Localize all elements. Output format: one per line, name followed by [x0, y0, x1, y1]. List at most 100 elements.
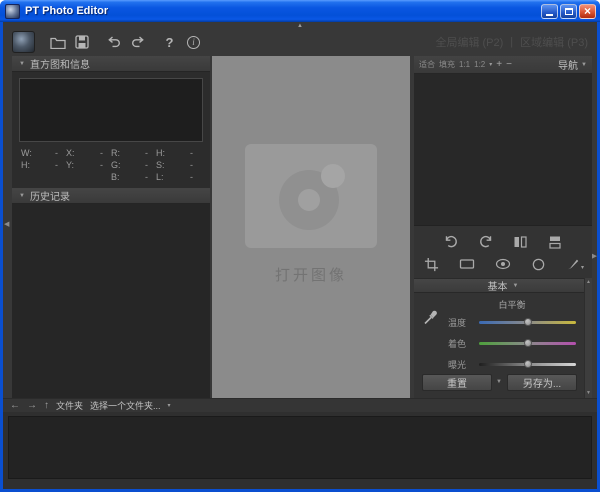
- zoom-dropdown-icon[interactable]: ▾: [489, 62, 492, 68]
- open-image-placeholder[interactable]: [245, 144, 377, 248]
- info-value: -: [171, 160, 201, 170]
- rotate-right-button[interactable]: [477, 233, 495, 251]
- rotate-right-icon: [478, 234, 494, 250]
- tint-slider: 着色: [448, 337, 576, 350]
- folder-dropdown-icon[interactable]: ▾: [168, 403, 171, 409]
- info-value: -: [81, 160, 111, 170]
- exposure-knob[interactable]: [524, 360, 532, 368]
- folder-bar: ← → ↑ 文件夹 选择一个文件夹... ▾: [3, 398, 597, 412]
- navigator-preview[interactable]: [414, 74, 592, 226]
- undo-button[interactable]: [103, 32, 124, 53]
- info-label: [66, 172, 81, 182]
- image-info-grid: W:- X:- R:- H:- H:- Y:- G:- S:- B:- L:-: [12, 146, 210, 188]
- zoom-fill-button[interactable]: 填充: [439, 59, 455, 70]
- right-panel: 适合 填充 1:1 1:2 ▾ + − 导航 ▼: [414, 56, 592, 398]
- info-label: Y:: [66, 160, 81, 170]
- straighten-icon: [459, 257, 475, 271]
- rotate-left-button[interactable]: [442, 233, 460, 251]
- split-horizontal-view-button[interactable]: [546, 233, 564, 251]
- temperature-label: 温度: [448, 316, 472, 329]
- undo-icon: [106, 36, 122, 49]
- right-panel-collapse-icon[interactable]: ▶: [592, 252, 597, 260]
- histogram-section-header[interactable]: ▼ 直方图和信息: [12, 56, 210, 72]
- temperature-slider: 温度: [448, 316, 576, 329]
- circle-icon: [531, 257, 546, 272]
- tool-palette: ▾: [414, 228, 592, 276]
- about-button[interactable]: i: [183, 32, 204, 53]
- info-value: -: [36, 148, 66, 158]
- help-button[interactable]: ?: [159, 32, 180, 53]
- info-label: G:: [111, 160, 126, 170]
- split-vertical-view-button[interactable]: [511, 233, 529, 251]
- info-value: -: [126, 172, 156, 182]
- brush-dropdown-icon: ▾: [581, 265, 584, 271]
- scroll-down-icon[interactable]: ▼: [586, 391, 591, 396]
- left-panel-collapse-icon[interactable]: ◀: [4, 220, 9, 228]
- chevron-down-icon: ▼: [19, 193, 25, 199]
- zoom-1-2-button[interactable]: 1:2: [474, 60, 485, 69]
- redo-button[interactable]: [127, 32, 148, 53]
- white-balance-eyedropper[interactable]: [422, 298, 448, 379]
- zoom-in-button[interactable]: +: [496, 59, 502, 70]
- save-button[interactable]: [71, 32, 92, 53]
- temperature-knob[interactable]: [524, 318, 532, 326]
- save-as-button[interactable]: 另存为...: [507, 374, 577, 391]
- chevron-down-icon: ▼: [19, 61, 25, 67]
- titlebar[interactable]: PT Photo Editor ×: [0, 0, 600, 22]
- tint-knob[interactable]: [524, 339, 532, 347]
- red-eye-tool-button[interactable]: [494, 255, 512, 273]
- info-value: -: [171, 172, 201, 182]
- info-label: X:: [66, 148, 81, 158]
- tint-track[interactable]: [479, 342, 576, 345]
- app-icon: [5, 4, 20, 19]
- navigator-header: 适合 填充 1:1 1:2 ▾ + − 导航 ▼: [414, 56, 592, 74]
- maximize-button[interactable]: [560, 4, 577, 19]
- info-label: R:: [111, 148, 126, 158]
- reset-button[interactable]: 重置: [422, 374, 492, 391]
- info-value: -: [126, 160, 156, 170]
- client-area: ▲: [3, 22, 597, 489]
- redo-icon: [130, 36, 146, 49]
- info-value: -: [81, 148, 111, 158]
- forward-arrow-icon[interactable]: →: [27, 401, 37, 411]
- maximize-icon: [565, 8, 573, 15]
- action-buttons: 重置 另存为...: [422, 374, 577, 391]
- info-value: [36, 172, 66, 182]
- info-label: B:: [111, 172, 126, 182]
- tab-local-edit[interactable]: 区域编辑 (P3): [520, 34, 588, 50]
- history-section-header[interactable]: ▼ 历史记录: [12, 188, 210, 204]
- zoom-fit-button[interactable]: 适合: [419, 59, 435, 70]
- close-button[interactable]: ×: [579, 4, 596, 19]
- open-image-label[interactable]: 打开图像: [275, 264, 347, 285]
- back-arrow-icon[interactable]: ←: [10, 401, 20, 411]
- zoom-1-1-button[interactable]: 1:1: [459, 60, 470, 69]
- tab-global-edit[interactable]: 全局编辑 (P2): [435, 34, 503, 50]
- exposure-track[interactable]: [479, 363, 576, 366]
- folder-label: 文件夹: [56, 399, 83, 412]
- zoom-out-button[interactable]: −: [506, 59, 512, 70]
- open-folder-button[interactable]: [47, 32, 68, 53]
- choose-folder-button[interactable]: 选择一个文件夹...: [90, 399, 161, 412]
- history-list: [12, 204, 210, 398]
- crop-tool-button[interactable]: [422, 255, 440, 273]
- right-panel-scrollbar[interactable]: ▲ ▼: [584, 278, 592, 398]
- temperature-track[interactable]: [479, 321, 576, 324]
- adjustment-brush-button[interactable]: ▾: [566, 257, 584, 271]
- up-arrow-icon[interactable]: ↑: [44, 401, 49, 411]
- minimize-icon: [546, 14, 553, 16]
- info-value: [81, 172, 111, 182]
- toolbar: ? i 全局编辑 (P2) | 区域编辑 (P3): [3, 28, 597, 56]
- main-area: ◀ ▶ ▼ 直方图和信息 W:- X:- R:- H:- H:- Y:- G:-…: [3, 56, 597, 398]
- scroll-up-icon[interactable]: ▲: [586, 280, 591, 285]
- exposure-slider: 曝光: [448, 358, 576, 371]
- info-label: W:: [21, 148, 36, 158]
- navigator-title-text: 导航: [558, 57, 578, 72]
- vignette-tool-button[interactable]: [530, 255, 548, 273]
- chevron-down-icon: ▼: [581, 62, 587, 68]
- minimize-button[interactable]: [541, 4, 558, 19]
- info-value: -: [36, 160, 66, 170]
- info-label: [21, 172, 36, 182]
- app-logo: [12, 31, 35, 53]
- straighten-tool-button[interactable]: [458, 255, 476, 273]
- basic-section-header[interactable]: 基本 ▼: [414, 278, 592, 293]
